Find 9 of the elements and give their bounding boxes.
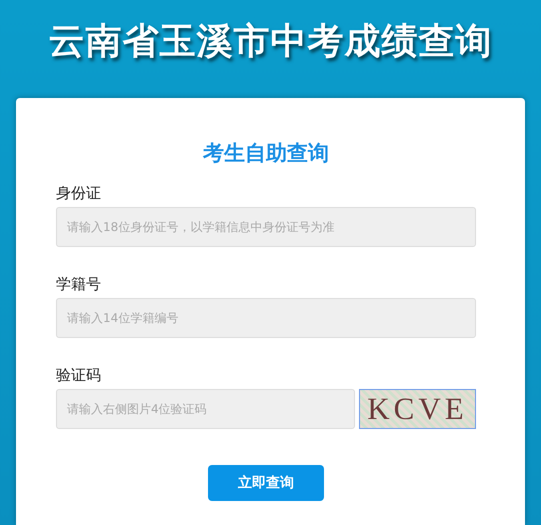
captcha-image[interactable]: KCVE — [359, 389, 476, 429]
field-label: 验证码 — [56, 365, 102, 386]
input-field[interactable]: 请输入14位学籍编号 — [56, 298, 476, 338]
field-label: 身份证 — [56, 183, 102, 204]
page-title: 云南省玉溪市中考成绩查询 — [48, 20, 492, 64]
input-field[interactable]: 请输入右侧图片4位验证码 — [56, 389, 355, 429]
field-label: 学籍号 — [56, 274, 102, 295]
form-title: 考生自助查询 — [203, 140, 329, 167]
input-field[interactable]: 请输入18位身份证号，以学籍信息中身份证号为准 — [56, 207, 476, 247]
